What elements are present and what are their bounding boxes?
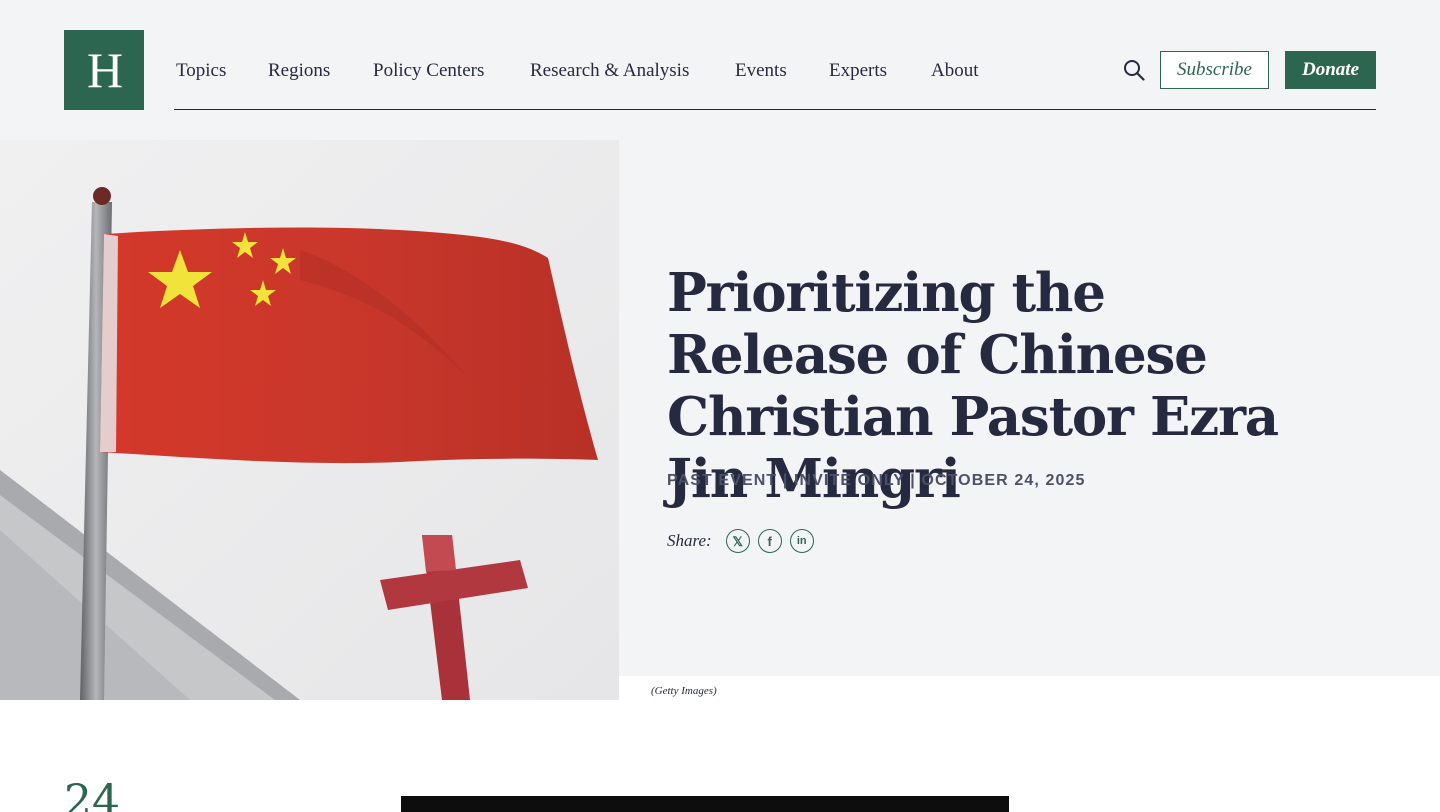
nav-item-topics[interactable]: Topics: [176, 60, 226, 82]
flag-and-cross-illustration: [0, 140, 619, 700]
search-icon[interactable]: [1123, 59, 1145, 81]
x-icon[interactable]: 𝕏: [725, 529, 750, 553]
nav-item-experts[interactable]: Experts: [829, 60, 887, 82]
subscribe-button[interactable]: Subscribe: [1160, 51, 1269, 89]
nav-item-research-analysis[interactable]: Research & Analysis: [530, 60, 689, 82]
nav-item-about[interactable]: About: [931, 60, 979, 82]
logo-letter: H: [86, 42, 123, 98]
share-label: Share:: [667, 531, 712, 550]
donate-button[interactable]: Donate: [1285, 51, 1376, 89]
image-caption: (Getty Images): [651, 685, 717, 697]
linkedin-icon[interactable]: in: [789, 529, 814, 553]
hero-image: [0, 140, 619, 700]
video-player[interactable]: [401, 796, 1009, 812]
facebook-icon[interactable]: f: [757, 529, 782, 553]
share-bar: Share: 𝕏 f in: [667, 529, 822, 553]
event-meta: PAST EVENT | INVITE ONLY | OCTOBER 24, 2…: [667, 472, 1086, 489]
event-day: 24: [64, 776, 120, 812]
nav-item-policy-centers[interactable]: Policy Centers: [373, 60, 484, 82]
nav-item-regions[interactable]: Regions: [268, 60, 330, 82]
site-logo[interactable]: H: [64, 30, 144, 110]
nav-item-events[interactable]: Events: [735, 60, 787, 82]
